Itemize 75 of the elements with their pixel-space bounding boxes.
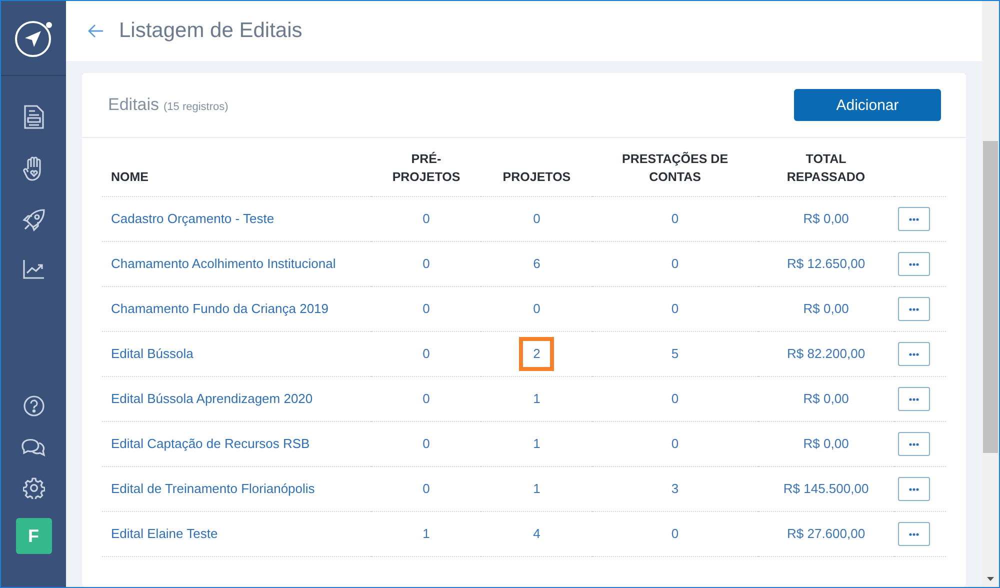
more-icon [909, 262, 919, 266]
more-icon [909, 532, 919, 536]
table-cell: 5 [671, 346, 679, 361]
notice-link[interactable]: Edital Bússola [111, 346, 194, 361]
notice-link[interactable]: Edital Elaine Teste [111, 526, 218, 541]
table-cell: R$ 27.600,00 [787, 526, 866, 541]
notice-link[interactable]: Edital de Treinamento Florianópolis [111, 481, 315, 496]
table-cell: R$ 82.200,00 [787, 346, 866, 361]
back-arrow-icon[interactable] [88, 24, 104, 38]
column-header: PRESTAÇÕES DE CONTAS [592, 138, 758, 196]
settings-icon[interactable] [22, 477, 44, 499]
table-cell: 0 [422, 346, 430, 361]
notice-link[interactable]: Chamamento Acolhimento Institucional [111, 256, 336, 271]
more-button[interactable] [898, 522, 930, 546]
notice-link[interactable]: Edital Captação de Recursos RSB [111, 436, 310, 451]
table-cell: 0 [671, 391, 679, 406]
scroll-down-icon[interactable] [987, 577, 994, 581]
rocket-icon[interactable] [22, 208, 46, 232]
table-cell: 0 [671, 436, 679, 451]
table-cell: 0 [671, 301, 679, 316]
column-header: TOTAL REPASSADO [758, 138, 894, 196]
more-button[interactable] [898, 342, 930, 366]
highlighted-cell: 2 [519, 337, 554, 371]
table-cell: 0 [671, 211, 679, 226]
add-button[interactable]: Adicionar [794, 89, 941, 121]
more-button[interactable] [898, 252, 930, 276]
table-cell: 0 [533, 211, 540, 226]
table-cell: 1 [533, 481, 540, 496]
table-cell: R$ 145.500,00 [783, 481, 869, 496]
table-cell: R$ 0,00 [803, 391, 849, 406]
help-icon[interactable] [22, 395, 44, 417]
more-icon [909, 488, 919, 490]
table-cell: 4 [533, 526, 540, 541]
more-button[interactable] [898, 432, 930, 456]
column-header: PROJETOS [481, 138, 592, 196]
more-button[interactable] [898, 387, 930, 411]
more-icon [909, 308, 919, 310]
document-icon[interactable] [22, 104, 44, 130]
more-icon [909, 398, 919, 400]
table-cell: 0 [422, 301, 430, 316]
table-cell: 0 [422, 436, 430, 451]
more-button[interactable] [898, 477, 930, 501]
record-count: (15 registros) [163, 101, 228, 113]
more-icon [909, 442, 919, 446]
more-button[interactable] [898, 207, 930, 231]
notice-link[interactable]: Cadastro Orçamento - Teste [111, 211, 274, 226]
table-cell: 0 [422, 211, 430, 226]
table-cell: 1 [533, 436, 540, 451]
table-cell: 0 [671, 256, 679, 271]
table-cell: R$ 0,00 [803, 436, 849, 451]
more-icon [909, 218, 919, 220]
chat-icon[interactable] [20, 436, 46, 458]
column-header: PRÉ- PROJETOS [371, 138, 482, 196]
table-cell: 3 [671, 481, 679, 496]
more-icon [909, 352, 919, 356]
more-button[interactable] [898, 297, 930, 321]
table-cell: 1 [422, 526, 430, 541]
page-title: Listagem de Editais [119, 19, 302, 43]
chart-icon[interactable] [22, 258, 46, 280]
card-title: Editais [108, 95, 160, 114]
table-cell: 0 [671, 526, 679, 541]
table-cell: 0 [533, 301, 540, 316]
scrollbar[interactable] [982, 1, 999, 587]
scroll-thumb[interactable] [983, 141, 998, 453]
table-cell: 6 [533, 256, 540, 271]
table-cell: R$ 0,00 [803, 211, 849, 226]
table-cell: 0 [422, 256, 430, 271]
column-header: NOME [102, 138, 371, 196]
table-cell: R$ 12.650,00 [787, 256, 866, 271]
table-cell: 0 [422, 391, 430, 406]
notice-link[interactable]: Chamamento Fundo da Criança 2019 [111, 301, 329, 316]
notice-link[interactable]: Edital Bússola Aprendizagem 2020 [111, 391, 313, 406]
table-cell: R$ 0,00 [803, 301, 849, 316]
table-cell: 1 [533, 391, 540, 406]
table-cell: 0 [422, 481, 430, 496]
